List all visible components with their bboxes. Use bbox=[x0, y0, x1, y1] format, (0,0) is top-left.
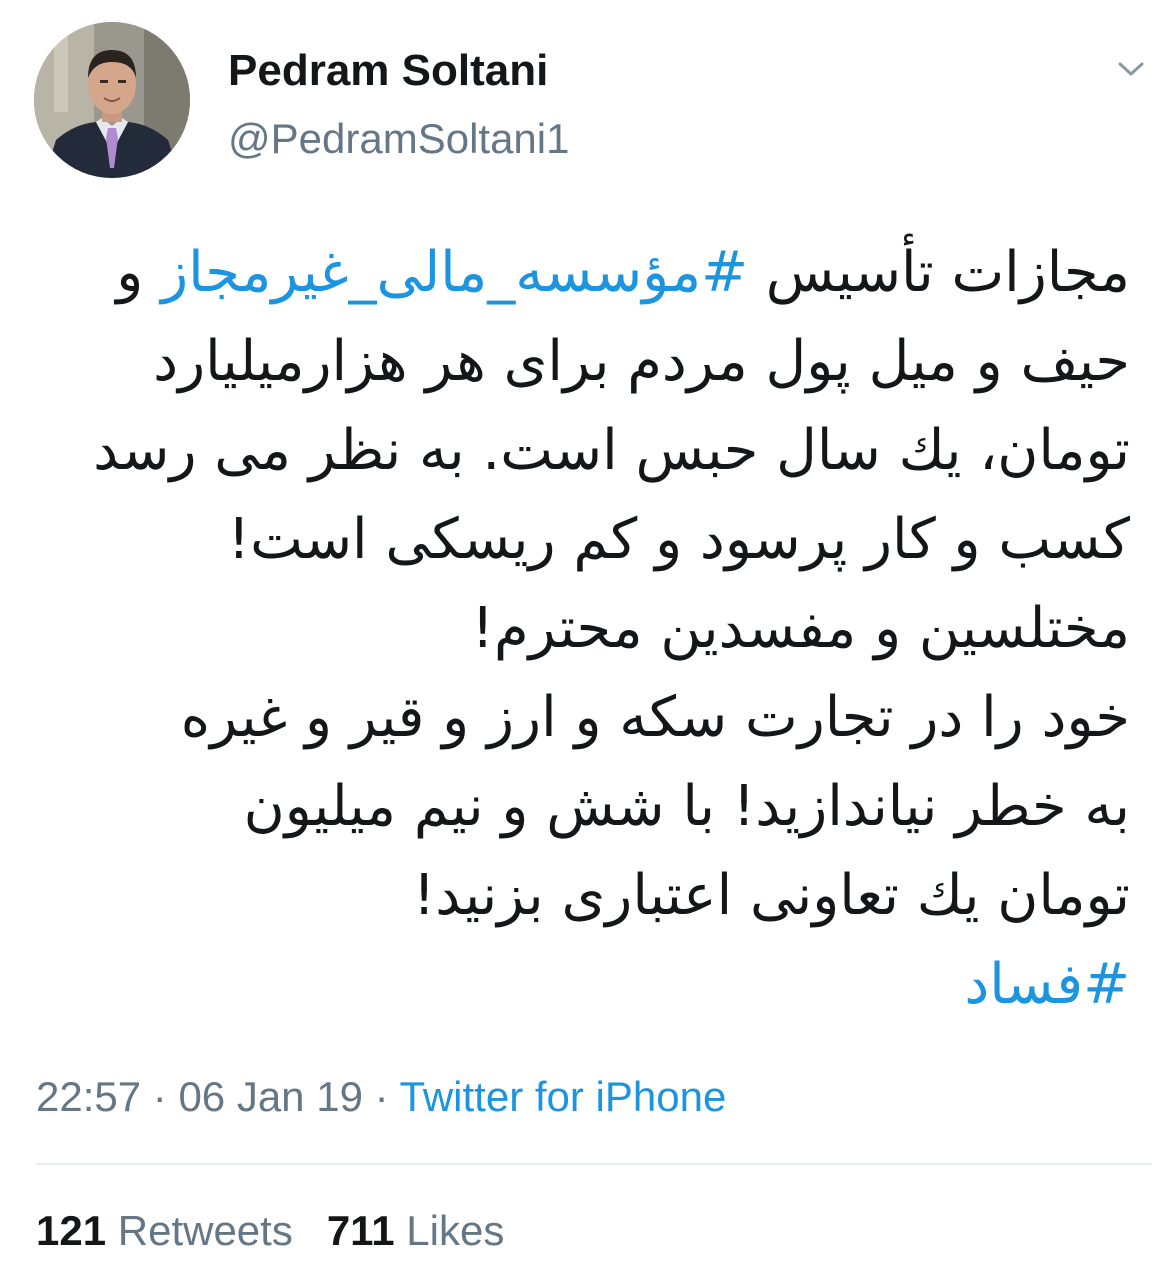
tweet-line: تومان یك تعاونی اعتباری بزنید! bbox=[412, 863, 1130, 928]
tweet-source-link[interactable]: Twitter for iPhone bbox=[400, 1073, 727, 1120]
profile-photo bbox=[34, 22, 190, 178]
hashtag-link[interactable]: #مؤسسه_مالی_غیرمجاز bbox=[161, 240, 748, 305]
tweet-line: کسب و کار پرسود و کم ریسکی است! bbox=[227, 507, 1130, 572]
tweet-time[interactable]: 22:57 bbox=[36, 1073, 141, 1120]
tweet-line: مجازات تأسیس #مؤسسه_مالی_غیرمجاز و bbox=[30, 228, 1130, 317]
author-name[interactable]: Pedram Soltani bbox=[228, 44, 548, 98]
retweets-label: Retweets bbox=[117, 1207, 293, 1254]
tweet-text-fragment: مجازات تأسیس bbox=[748, 240, 1130, 305]
meta-separator: · bbox=[141, 1073, 179, 1120]
meta-separator: · bbox=[362, 1073, 400, 1120]
hashtag-link[interactable]: #فساد bbox=[964, 952, 1130, 1017]
chevron-down-icon[interactable] bbox=[1114, 52, 1148, 86]
tweet-meta: 22:57 · 06 Jan 19 · Twitter for iPhone bbox=[36, 1070, 726, 1124]
tweet-text: مجازات تأسیس #مؤسسه_مالی_غیرمجاز و حیف و… bbox=[30, 228, 1130, 1029]
author-handle[interactable]: @PedramSoltani1 bbox=[228, 112, 569, 166]
tweet-line: به خطر نیاندازید! با شش و نیم میلیون bbox=[243, 774, 1130, 839]
tweet-text-fragment: و bbox=[116, 240, 162, 305]
tweet-stats: 121 Retweets 711 Likes bbox=[36, 1204, 538, 1258]
divider bbox=[36, 1163, 1152, 1165]
tweet-line: #فساد bbox=[30, 940, 1130, 1029]
likes-label: Likes bbox=[406, 1207, 505, 1254]
tweet-line: خود را در تجارت سکه و ارز و قیر و غیره bbox=[180, 685, 1130, 750]
tweet-date[interactable]: 06 Jan 19 bbox=[178, 1073, 363, 1120]
retweets-count: 121 bbox=[36, 1207, 107, 1254]
tweet-line: تومان، یك سال حبس است. به نظر می رسد bbox=[93, 418, 1130, 483]
avatar[interactable] bbox=[34, 22, 190, 178]
tweet-line: مختلسین و مفسدین محترم! bbox=[471, 596, 1130, 661]
tweet-line: حیف و میل پول مردم برای هر هزارمیلیارد bbox=[153, 329, 1130, 394]
tweet-detail: Pedram Soltani @PedramSoltani1 مجازات تأ… bbox=[0, 0, 1160, 1280]
retweets-stat[interactable]: 121 Retweets bbox=[36, 1207, 293, 1254]
likes-count: 711 bbox=[326, 1207, 395, 1254]
likes-stat[interactable]: 711 Likes bbox=[327, 1207, 505, 1254]
